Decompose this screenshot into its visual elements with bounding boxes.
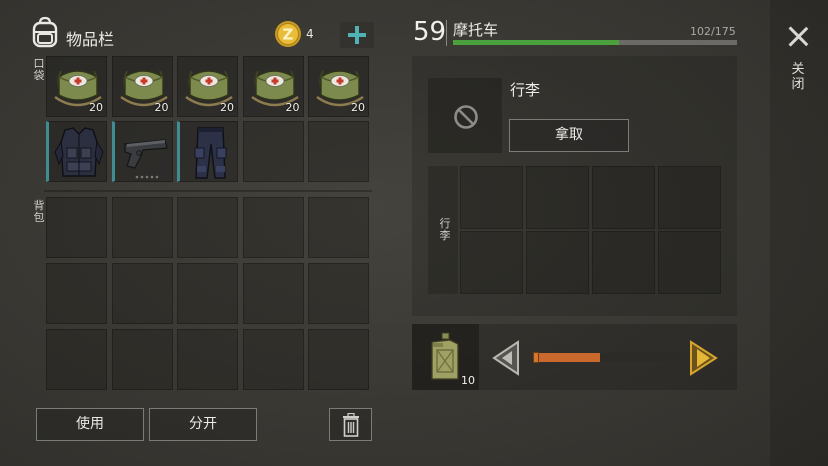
backpack-slot[interactable] [111,329,173,390]
pocket-slot-tactical-pants[interactable] [177,121,238,182]
backpack-label: 背包 [33,199,45,224]
backpack-slot[interactable] [111,197,173,258]
coin-icon: Z [274,20,302,48]
backpack-slot[interactable] [242,263,304,324]
backpack-slot[interactable] [308,263,369,324]
split-button[interactable]: 分开 [149,408,257,441]
pistol-icon [123,139,168,179]
backpack-slot[interactable] [177,197,238,258]
item-quantity: 20 [285,101,300,114]
pocket-slot-first-aid-bag[interactable]: 20 [177,56,238,117]
luggage-slot[interactable] [658,231,721,294]
pocket-slot-first-aid-bag[interactable]: 20 [242,56,304,117]
luggage-slot[interactable] [460,231,523,294]
blocked-icon [454,105,478,129]
item-quantity: 20 [220,101,234,114]
fuel-slider-handle[interactable] [533,352,539,363]
capacity-bar [453,40,737,45]
backpack-slot[interactable] [242,197,304,258]
backpack-slot[interactable] [242,329,304,390]
fuel-quantity: 10 [461,374,475,387]
backpack-slot[interactable] [111,263,173,324]
luggage-slot[interactable] [592,231,655,294]
vehicle-header-separator [446,20,447,46]
backpack-slot[interactable] [46,329,107,390]
backpack-slot[interactable] [177,263,238,324]
cargo-slot-empty [428,78,502,153]
add-coins-button[interactable] [340,22,374,48]
vehicle-name: 摩托车 [453,21,499,39]
luggage-title: 行李 [510,81,541,99]
luggage-side-label: 行李 [439,217,451,242]
backpack-slot[interactable] [46,197,107,258]
coin-letter: Z [283,26,294,44]
tactical-vest-icon [54,127,104,177]
trash-icon [343,413,359,437]
take-button[interactable]: 拿取 [509,119,629,152]
fuel-slider[interactable] [533,352,681,363]
plus-icon [348,26,366,44]
inventory-title: 物品栏 [66,30,115,49]
item-quantity: 20 [89,101,103,114]
luggage-slot[interactable] [592,166,655,229]
coin-count: 4 [306,27,314,41]
backpack-slot[interactable] [308,197,369,258]
jerry-can-icon [431,332,459,380]
pocket-slot-first-aid-bag[interactable]: 20 [46,56,107,117]
pocket-slot-empty[interactable] [242,121,304,182]
luggage-slot[interactable] [526,166,589,229]
pocket-slot-pistol[interactable] [111,121,173,182]
item-quantity: 20 [154,101,169,114]
item-quantity: 20 [351,101,365,114]
pocket-slot-tactical-vest[interactable] [46,121,107,182]
pocket-slot-first-aid-bag[interactable]: 20 [308,56,369,117]
backpack-icon [30,16,60,48]
pockets-label: 口袋 [33,57,45,82]
decrease-fuel-button[interactable] [490,340,522,376]
vehicle-capacity: 102/175 [690,25,736,38]
arrow-right-icon [690,340,718,376]
luggage-slot[interactable] [526,231,589,294]
pocket-slot-first-aid-bag[interactable]: 20 [111,56,173,117]
arrow-left-icon [492,340,519,376]
vehicle-level: 59 [413,17,447,47]
trash-button[interactable] [329,408,372,441]
tactical-pants-icon [194,127,227,179]
fuel-slider-fill [533,353,600,362]
close-label: 关闭 [791,62,805,92]
fuel-item-slot[interactable]: 10 [412,324,479,390]
use-button[interactable]: 使用 [36,408,144,441]
capacity-bar-fill [453,40,619,45]
pocket-slot-empty[interactable] [308,121,369,182]
luggage-slot[interactable] [460,166,523,229]
close-icon [788,26,808,46]
backpack-slot[interactable] [177,329,238,390]
section-divider [44,190,372,192]
backpack-slot[interactable] [46,263,107,324]
close-button[interactable]: 关闭 [780,20,816,120]
increase-fuel-button[interactable] [688,340,720,376]
backpack-slot[interactable] [308,329,369,390]
luggage-slot[interactable] [658,166,721,229]
